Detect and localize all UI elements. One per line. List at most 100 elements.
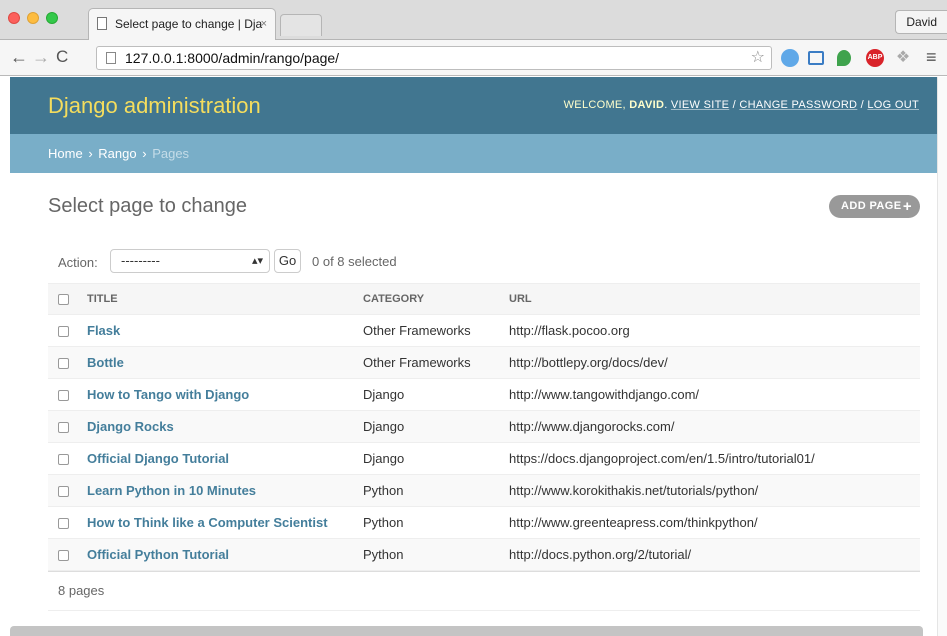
user-tools: Welcome, David. View site / Change passw… bbox=[563, 99, 919, 111]
browser-tab[interactable]: Select page to change | Dja × bbox=[88, 8, 276, 40]
url-cell: http://www.djangorocks.com/ bbox=[509, 410, 920, 443]
action-select-value: --------- bbox=[121, 253, 160, 268]
profile-button[interactable]: David bbox=[895, 10, 947, 34]
row-checkbox-cell bbox=[48, 538, 78, 571]
url-cell: http://docs.python.org/2/tutorial/ bbox=[509, 538, 920, 571]
change-password-link[interactable]: Change password bbox=[739, 99, 857, 111]
close-window-button[interactable] bbox=[8, 12, 20, 24]
table-row[interactable]: Official Django Tutorial Django https://do… bbox=[48, 442, 920, 475]
add-page-button[interactable]: ADD PAGE + bbox=[829, 195, 920, 218]
log-out-link[interactable]: Log out bbox=[867, 99, 919, 111]
action-label: Action: bbox=[58, 255, 98, 270]
title-cell: How to Tango with Django bbox=[78, 378, 363, 411]
row-checkbox[interactable] bbox=[58, 422, 69, 434]
paginator: 8 pages bbox=[48, 571, 920, 611]
title-cell: Flask bbox=[78, 314, 363, 347]
minimize-window-button[interactable] bbox=[27, 12, 39, 24]
url-path: :8000/admin/rango/page/ bbox=[183, 50, 340, 66]
title-cell: How to Think like a Computer Scientist bbox=[78, 506, 363, 539]
screenshot-icon[interactable] bbox=[808, 51, 824, 65]
adblock-icon[interactable]: ABP bbox=[866, 49, 884, 67]
row-checkbox[interactable] bbox=[58, 486, 69, 498]
column-header-category[interactable]: Category bbox=[363, 283, 509, 315]
view-site-link[interactable]: View site bbox=[671, 99, 729, 111]
new-tab-button[interactable] bbox=[280, 14, 322, 36]
column-header-title[interactable]: Title bbox=[78, 283, 363, 315]
title-cell: Official Python Tutorial bbox=[78, 538, 363, 571]
category-cell: Django bbox=[363, 378, 509, 411]
page-title-link[interactable]: Bottle bbox=[87, 355, 124, 370]
row-checkbox-cell bbox=[48, 474, 78, 507]
page-title-link[interactable]: Flask bbox=[87, 323, 120, 338]
welcome-text: Welcome, bbox=[563, 99, 626, 111]
title-cell: Learn Python in 10 Minutes bbox=[78, 474, 363, 507]
category-cell: Other Frameworks bbox=[363, 314, 509, 347]
breadcrumb-current: Pages bbox=[152, 146, 190, 161]
row-checkbox-cell bbox=[48, 506, 78, 539]
table-row[interactable]: Official Python Tutorial Python http://doc… bbox=[48, 538, 920, 571]
url-cell: http://www.tangowithdjango.com/ bbox=[509, 378, 920, 411]
table-header-row: Title Category URL bbox=[48, 283, 920, 315]
go-button[interactable]: Go bbox=[274, 249, 301, 273]
url-cell: https://docs.djangoproject.com/en/1.5/in… bbox=[509, 442, 920, 475]
url-host: 127.0.0.1 bbox=[125, 50, 184, 66]
username: David bbox=[629, 99, 665, 111]
breadcrumb-home-link[interactable]: Home bbox=[48, 146, 83, 161]
admin-header: Django administration Welcome, David. Vi… bbox=[10, 77, 937, 134]
dropbox-icon[interactable]: ❖ bbox=[894, 49, 912, 67]
page-title: Select page to change bbox=[48, 195, 248, 217]
breadcrumb-separator: › bbox=[142, 146, 147, 161]
title-cell: Official Django Tutorial bbox=[78, 442, 363, 475]
forward-arrow-icon[interactable]: → bbox=[32, 46, 50, 68]
add-page-label: ADD PAGE bbox=[841, 200, 902, 212]
category-cell: Python bbox=[363, 474, 509, 507]
url-cell: http://bottlepy.org/docs/dev/ bbox=[509, 346, 920, 379]
table-row[interactable]: Flask Other Frameworks http://flask.pocoo.… bbox=[48, 314, 920, 347]
table-row[interactable]: Bottle Other Frameworks http://bottlepy.or… bbox=[48, 346, 920, 379]
row-checkbox-cell bbox=[48, 410, 78, 443]
table-row[interactable]: Learn Python in 10 Minutes Python http://w… bbox=[48, 474, 920, 507]
row-checkbox[interactable] bbox=[58, 358, 69, 370]
zoom-window-button[interactable] bbox=[46, 12, 58, 24]
category-cell: Python bbox=[363, 538, 509, 571]
select-all-cell bbox=[48, 283, 78, 315]
row-checkbox[interactable] bbox=[58, 326, 69, 338]
select-arrows-icon: ▴▾ bbox=[251, 255, 263, 267]
breadcrumb-app-link[interactable]: Rango bbox=[98, 146, 136, 161]
row-checkbox-cell bbox=[48, 314, 78, 347]
row-checkbox[interactable] bbox=[58, 390, 69, 402]
page-title-link[interactable]: Official Python Tutorial bbox=[87, 547, 229, 562]
back-arrow-icon[interactable]: ← bbox=[10, 46, 28, 68]
plus-icon: + bbox=[902, 198, 912, 215]
row-checkbox[interactable] bbox=[58, 454, 69, 466]
page-title-link[interactable]: How to Think like a Computer Scientist bbox=[87, 515, 328, 530]
row-checkbox-cell bbox=[48, 442, 78, 475]
page-title-link[interactable]: Django Rocks bbox=[87, 419, 174, 434]
site-title[interactable]: Django administration bbox=[48, 93, 261, 119]
horizontal-scrollbar[interactable] bbox=[10, 626, 923, 636]
address-bar[interactable]: 127.0.0.1:8000/admin/rango/page/ ☆ bbox=[96, 46, 772, 70]
category-cell: Python bbox=[363, 506, 509, 539]
tab-close-icon[interactable]: × bbox=[261, 9, 267, 39]
page-title-link[interactable]: Learn Python in 10 Minutes bbox=[87, 483, 256, 498]
row-checkbox[interactable] bbox=[58, 550, 69, 562]
bookmark-star-icon[interactable]: ☆ bbox=[751, 47, 765, 69]
results-table-wrapper: Title Category URL Flask Other Frameworks… bbox=[48, 283, 920, 571]
select-all-checkbox[interactable] bbox=[58, 293, 69, 305]
table-row[interactable]: Django Rocks Django http://www.djangorocks… bbox=[48, 410, 920, 443]
page-title-link[interactable]: Official Django Tutorial bbox=[87, 451, 229, 466]
row-checkbox[interactable] bbox=[58, 518, 69, 530]
action-select[interactable]: --------- ▴▾ bbox=[110, 249, 270, 273]
menu-icon[interactable]: ≡ bbox=[926, 48, 937, 66]
category-cell: Django bbox=[363, 410, 509, 443]
row-checkbox-cell bbox=[48, 378, 78, 411]
table-row[interactable]: How to Tango with Django Django http://www… bbox=[48, 378, 920, 411]
table-row[interactable]: How to Think like a Computer Scientist Py… bbox=[48, 506, 920, 539]
reload-icon[interactable]: C bbox=[56, 46, 68, 68]
page-title-link[interactable]: How to Tango with Django bbox=[87, 387, 249, 402]
vertical-scrollbar[interactable] bbox=[937, 77, 947, 636]
column-header-url[interactable]: URL bbox=[509, 283, 920, 315]
snowflake-icon[interactable] bbox=[781, 49, 799, 67]
evernote-icon[interactable] bbox=[837, 50, 851, 66]
actions-bar: Action: --------- ▴▾ Go 0 of 8 selected bbox=[48, 243, 920, 283]
